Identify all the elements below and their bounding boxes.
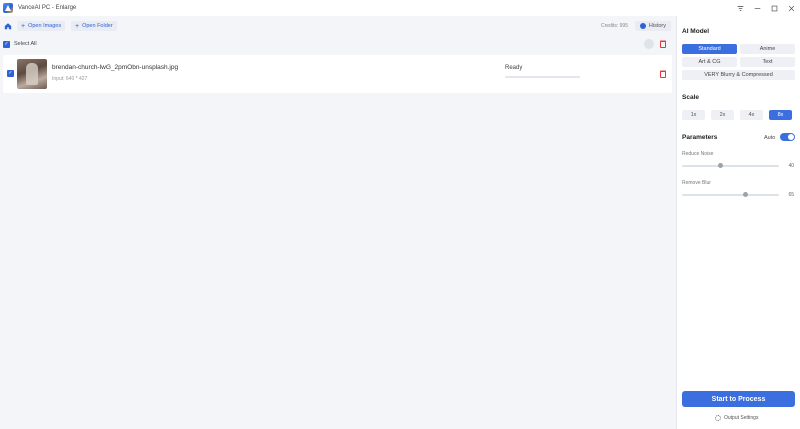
start-to-process-button[interactable]: Start to Process	[682, 391, 795, 407]
plus-icon: +	[75, 22, 80, 30]
main-area: + Open Images + Open Folder Credits: 995…	[0, 16, 676, 429]
file-status: Ready	[505, 65, 523, 71]
home-icon[interactable]	[3, 21, 13, 31]
open-folder-label: Open Folder	[82, 23, 113, 29]
model-anime-button[interactable]: Anime	[740, 44, 795, 54]
select-all-label: Select All	[14, 41, 37, 47]
toolbar: + Open Images + Open Folder Credits: 995…	[0, 16, 676, 36]
title-bar: VanceAI PC - Enlarge	[0, 0, 800, 16]
model-standard-button[interactable]: Standard	[682, 44, 737, 54]
auto-label: Auto	[764, 135, 776, 141]
gear-icon	[715, 415, 721, 421]
app-logo-icon	[3, 3, 13, 13]
open-images-button[interactable]: + Open Images	[17, 21, 66, 31]
select-all-checkbox[interactable]: ✓	[3, 40, 10, 48]
settings-panel: AI Model Standard Anime Art & CG Text VE…	[676, 16, 800, 429]
maximize-icon[interactable]	[766, 0, 783, 16]
open-folder-button[interactable]: + Open Folder	[71, 21, 117, 31]
file-name: brendan-church-lwG_2pmObn-unsplash.jpg	[52, 64, 179, 71]
window-title: VanceAI PC - Enlarge	[18, 5, 77, 11]
reduce-noise-label: Reduce Noise	[682, 151, 714, 157]
reduce-noise-value: 40	[788, 163, 794, 169]
output-settings-link[interactable]: Output Settings	[715, 415, 758, 421]
clock-icon	[639, 23, 646, 29]
compare-icon[interactable]	[644, 39, 654, 49]
remove-blur-value: 65	[788, 192, 794, 198]
auto-toggle[interactable]	[780, 133, 795, 141]
credits-text: Credits: 995	[601, 23, 628, 29]
model-text-button[interactable]: Text	[740, 57, 795, 67]
remove-blur-label: Remove Blur	[682, 180, 711, 186]
remove-blur-slider[interactable]	[682, 192, 779, 197]
close-icon[interactable]	[783, 0, 800, 16]
scale-1x-button[interactable]: 1x	[682, 110, 705, 120]
scale-4x-button[interactable]: 4x	[740, 110, 763, 120]
window-controls	[732, 0, 800, 16]
delete-file-icon[interactable]	[660, 70, 666, 78]
model-very-blurry-button[interactable]: VERY Blurry & Compressed	[682, 70, 795, 80]
delete-all-icon[interactable]	[660, 40, 666, 48]
history-button[interactable]: History	[634, 21, 671, 31]
minimize-icon[interactable]	[749, 0, 766, 16]
scale-2x-button[interactable]: 2x	[711, 110, 734, 120]
file-input-size: Input: 640 * 427	[52, 76, 88, 82]
file-checkbox[interactable]: ✓	[7, 70, 14, 77]
progress-bar	[505, 76, 580, 78]
select-bar: ✓ Select All	[3, 36, 672, 52]
remove-blur-slider-thumb[interactable]	[742, 192, 748, 197]
ai-model-title: AI Model	[682, 28, 710, 35]
file-row[interactable]: ✓ brendan-church-lwG_2pmObn-unsplash.jpg…	[3, 55, 672, 93]
open-images-label: Open Images	[28, 23, 62, 29]
model-art-cg-button[interactable]: Art & CG	[682, 57, 737, 67]
filter-icon[interactable]	[732, 0, 749, 16]
scale-8x-button[interactable]: 8x	[769, 110, 792, 120]
file-thumbnail	[17, 59, 47, 89]
scale-title: Scale	[682, 94, 699, 101]
history-label: History	[648, 23, 666, 29]
parameters-title: Parameters	[682, 134, 718, 141]
reduce-noise-slider[interactable]	[682, 163, 779, 168]
plus-icon: +	[21, 22, 26, 30]
output-settings-label: Output Settings	[724, 415, 759, 421]
reduce-noise-slider-thumb[interactable]	[718, 163, 724, 168]
